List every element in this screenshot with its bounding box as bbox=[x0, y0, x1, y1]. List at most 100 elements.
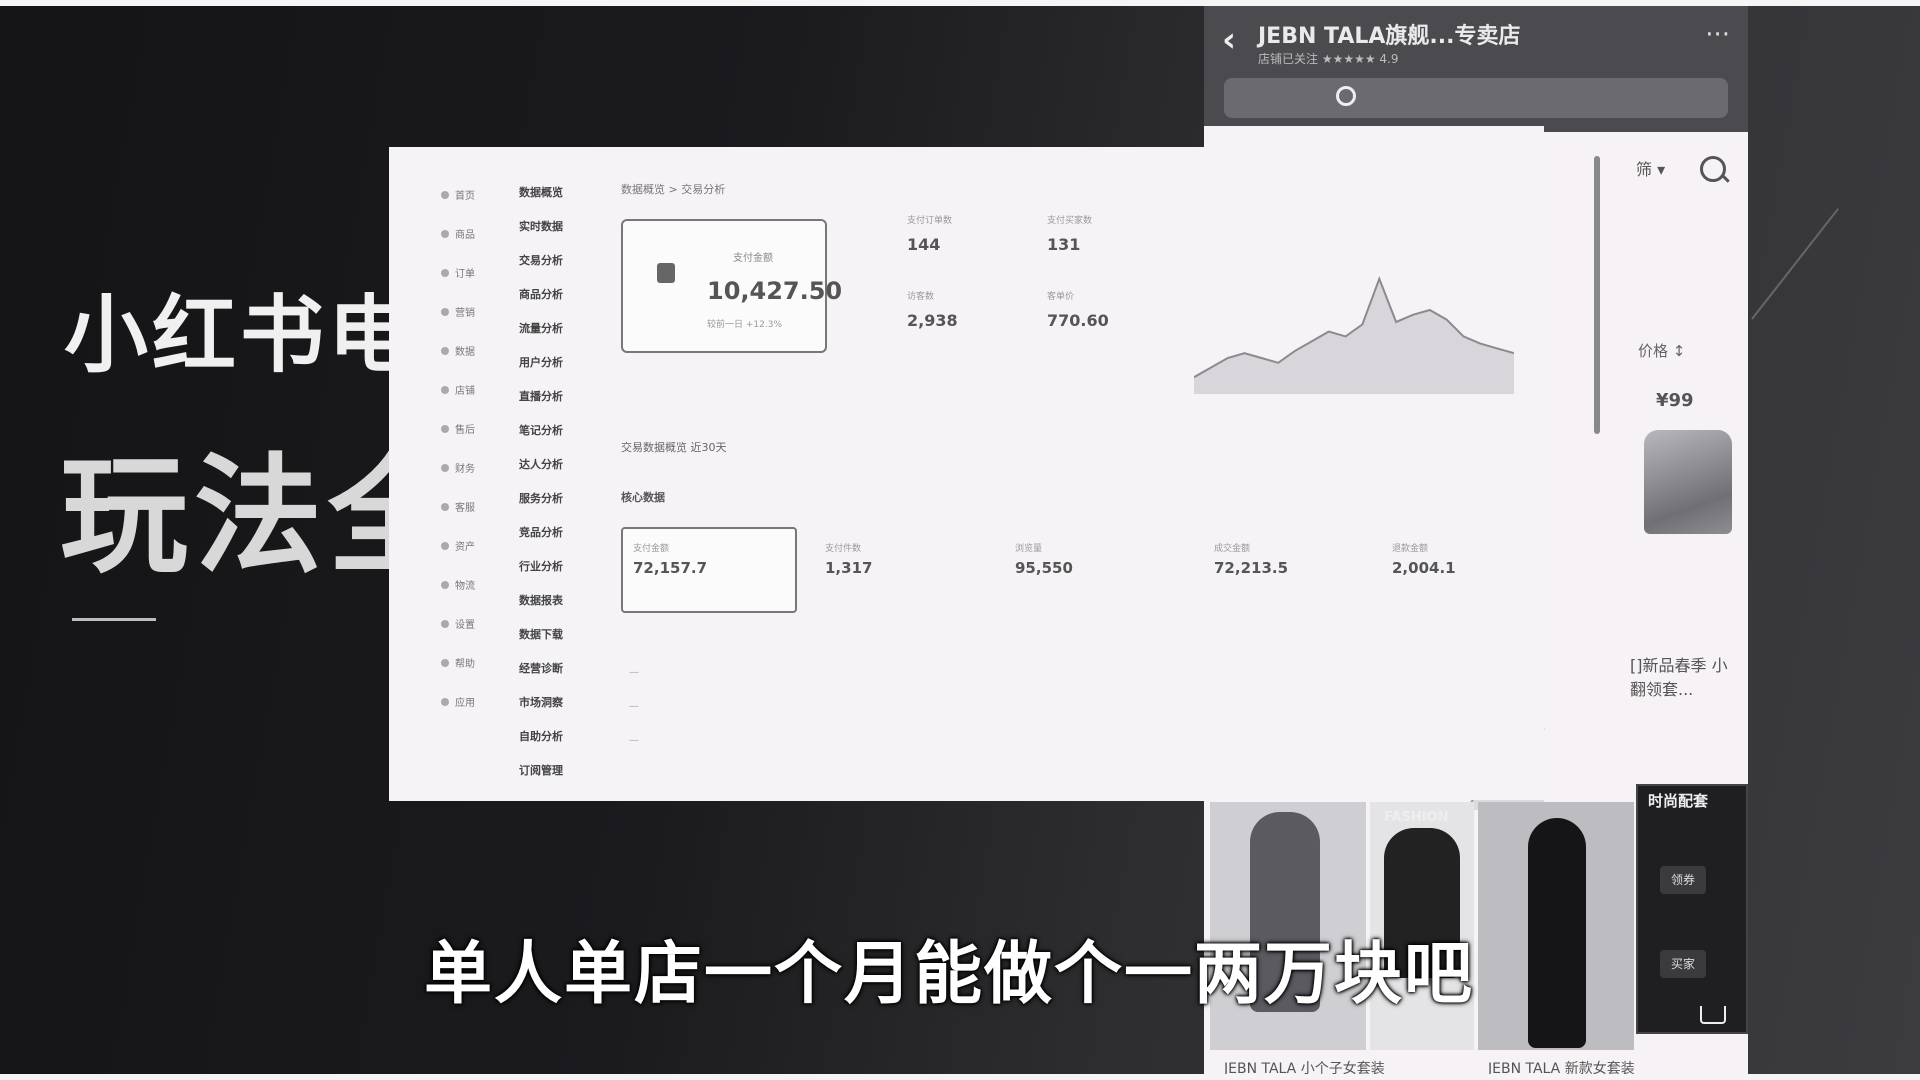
metric-label: 成交金额 bbox=[1214, 544, 1251, 554]
vertical-scrollbar[interactable] bbox=[1594, 156, 1600, 434]
title-divider bbox=[72, 618, 156, 621]
stat-label: 访客数 bbox=[907, 292, 935, 302]
stat-value: 144 bbox=[907, 235, 941, 254]
product-title[interactable]: JEBN TALA 小个子女套装 bbox=[1224, 1058, 1385, 1074]
subnav-item[interactable]: 竞品分析 bbox=[519, 515, 563, 549]
nav-item[interactable]: 订单 bbox=[441, 253, 475, 292]
section-tabs[interactable]: 交易数据概览 近30天 bbox=[621, 439, 727, 455]
coat-product-image[interactable] bbox=[1644, 430, 1732, 534]
nav-item[interactable]: 首页 bbox=[441, 175, 475, 214]
nav-item[interactable]: 营销 bbox=[441, 292, 475, 331]
filter-button[interactable]: 筛 ▾ bbox=[1636, 156, 1665, 180]
metric-value: 72,157.7 bbox=[633, 559, 708, 577]
nav-icon bbox=[441, 502, 449, 511]
nav-icon bbox=[441, 619, 449, 628]
refresh-icon bbox=[1336, 86, 1356, 106]
subnav-item[interactable]: 服务分析 bbox=[519, 481, 563, 515]
video-frame: 小红书电 玩法全 ‹ JEBN TALA旗舰...专卖店 店铺已关注 ★★★★★… bbox=[0, 0, 1920, 1080]
subnav-item[interactable]: 经营诊断 bbox=[519, 651, 563, 685]
metric-value: 95,550 bbox=[1015, 559, 1073, 577]
nav-label: 设置 bbox=[455, 620, 475, 631]
kpi-value: 10,427.50 bbox=[707, 277, 843, 305]
nav-icon bbox=[441, 346, 449, 355]
nav-label: 客服 bbox=[455, 503, 475, 514]
shopping-bag-icon bbox=[657, 263, 675, 283]
nav-icon bbox=[441, 229, 449, 238]
nav-item[interactable]: 财务 bbox=[441, 448, 475, 487]
nav-icon bbox=[441, 541, 449, 550]
promo-tag[interactable]: 买家 bbox=[1660, 950, 1706, 978]
subnav-item[interactable]: 交易分析 bbox=[519, 243, 563, 277]
metric-value: 72,213.5 bbox=[1214, 559, 1289, 577]
nav-item[interactable]: 商品 bbox=[441, 214, 475, 253]
nav-icon bbox=[441, 307, 449, 316]
axis-tick: — bbox=[629, 735, 639, 746]
video-subtitle: 单人单店一个月能做个一两万块吧 bbox=[424, 935, 1475, 1014]
stat-value: 131 bbox=[1047, 235, 1081, 254]
subnav-item[interactable]: 用户分析 bbox=[519, 345, 563, 379]
stat-value: 2,938 bbox=[907, 311, 958, 330]
nav-icon bbox=[441, 580, 449, 589]
nav-item[interactable]: 店铺 bbox=[441, 370, 475, 409]
subnav-item[interactable]: 实时数据 bbox=[519, 209, 563, 243]
kpi-card[interactable]: 支付金额 10,427.50 较前一日 +12.3% bbox=[621, 219, 842, 353]
subnav-item[interactable]: 流量分析 bbox=[519, 311, 563, 345]
subnav-item[interactable]: 商品分析 bbox=[519, 277, 563, 311]
kpi-subtext: 较前一日 +12.3% bbox=[707, 320, 782, 330]
axis-tick: — bbox=[629, 667, 639, 678]
nav-item[interactable]: 售后 bbox=[441, 409, 475, 448]
primary-nav: 首页商品订单营销数据店铺 售后 财务客服资产物流设置帮助 应用 bbox=[441, 175, 475, 721]
nav-label: 商品 bbox=[455, 230, 475, 241]
subnav-item[interactable]: 订阅管理 bbox=[519, 753, 563, 787]
promo-panel[interactable]: 时尚配套 领券 买家 bbox=[1636, 784, 1748, 1034]
subnav-item[interactable]: 自助分析 bbox=[519, 719, 563, 753]
product-title[interactable]: JEBN TALA 新款女套装 bbox=[1488, 1058, 1635, 1074]
cart-icon[interactable] bbox=[1700, 1006, 1726, 1024]
subnav-item[interactable]: 数据下载 bbox=[519, 617, 563, 651]
subnav-item[interactable]: 笔记分析 bbox=[519, 413, 563, 447]
nav-item[interactable]: 物流 bbox=[441, 565, 475, 604]
nav-icon bbox=[441, 463, 449, 472]
nav-icon bbox=[441, 658, 449, 667]
promo-tag[interactable]: 领券 bbox=[1660, 866, 1706, 894]
subnav-item[interactable]: 行业分析 bbox=[519, 549, 563, 583]
product-card[interactable] bbox=[1478, 802, 1634, 1050]
nav-item[interactable]: 数据 bbox=[441, 331, 475, 370]
nav-item[interactable]: 帮助 bbox=[441, 643, 475, 682]
axis-tick: — bbox=[629, 701, 639, 712]
metric-label: 浏览量 bbox=[1015, 544, 1043, 554]
metric-label: 支付金额 bbox=[633, 544, 670, 554]
dashboard-window: 首页商品订单营销数据店铺 售后 财务客服资产物流设置帮助 应用 数据概览 实时数据 交易分… bbox=[389, 147, 1204, 801]
search-icon[interactable] bbox=[1700, 156, 1726, 182]
subnav-item[interactable]: 市场洞察 bbox=[519, 685, 563, 719]
nav-item[interactable]: 资产 bbox=[441, 526, 475, 565]
section-title: 核心数据 bbox=[621, 491, 665, 504]
subnav-item[interactable]: 达人分析 bbox=[519, 447, 563, 481]
nav-item[interactable]: 应用 bbox=[441, 682, 475, 721]
nav-label: 数据 bbox=[455, 347, 475, 358]
subnav-item[interactable]: 数据概览 bbox=[519, 175, 563, 209]
kpi-label: 支付金额 bbox=[733, 253, 773, 264]
nav-item[interactable]: 客服 bbox=[441, 487, 475, 526]
nav-item[interactable]: 设置 bbox=[441, 604, 475, 643]
subnav-item[interactable]: 数据报表 bbox=[519, 583, 563, 617]
bottom-border bbox=[0, 1074, 1920, 1080]
price-sort[interactable]: 价格 ↕ bbox=[1638, 340, 1685, 361]
decorative-line bbox=[1751, 208, 1839, 320]
nav-label: 首页 bbox=[455, 191, 475, 202]
stat-label: 支付买家数 bbox=[1047, 216, 1093, 226]
stat-label: 客单价 bbox=[1047, 292, 1075, 302]
nav-label: 营销 bbox=[455, 308, 475, 319]
nav-icon bbox=[441, 424, 449, 433]
subnav-item[interactable]: 直播分析 bbox=[519, 379, 563, 413]
metric-value: 1,317 bbox=[825, 559, 873, 577]
shop-banner[interactable] bbox=[1224, 78, 1728, 118]
phone-header: ‹ JEBN TALA旗舰...专卖店 店铺已关注 ★★★★★ 4.9 ··· bbox=[1204, 6, 1748, 132]
nav-label: 订单 bbox=[455, 269, 475, 280]
shop-subtitle: 店铺已关注 ★★★★★ 4.9 bbox=[1258, 52, 1399, 66]
chevron-left-icon[interactable]: ‹ bbox=[1222, 20, 1236, 60]
more-dots-icon[interactable]: ··· bbox=[1705, 20, 1730, 50]
breadcrumb: 数据概览 > 交易分析 bbox=[621, 183, 726, 196]
nav-icon bbox=[441, 190, 449, 199]
nav-label: 物流 bbox=[455, 581, 475, 592]
